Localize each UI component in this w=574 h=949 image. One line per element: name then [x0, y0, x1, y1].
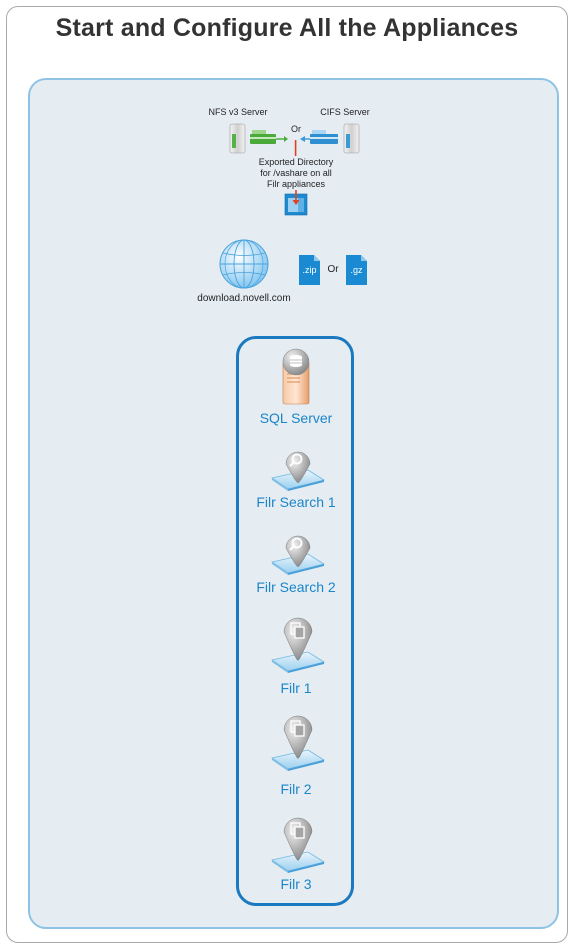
cifs-server-label: CIFS Server — [320, 107, 370, 117]
or-label-download: Or — [327, 264, 339, 275]
globe-icon — [219, 239, 269, 289]
gz-file-icon: .gz — [346, 255, 367, 285]
exported-directory-label: Exported Directory for /vashare on all F… — [240, 157, 352, 190]
gz-label: .gz — [350, 265, 363, 275]
share-folder-icon — [284, 190, 308, 216]
cifs-server-icon — [300, 123, 360, 154]
exported-directory-line-2: for /vashare on all — [260, 168, 332, 178]
download-site-label: download.novell.com — [197, 293, 291, 304]
zip-label: .zip — [302, 265, 317, 275]
red-divider — [294, 140, 297, 156]
exported-directory-line-1: Exported Directory — [258, 157, 334, 167]
appliance-label-filr-search-1: Filr Search 1 — [256, 494, 336, 510]
search-appliance-icon — [271, 451, 326, 491]
appliance-label-filr-search-2: Filr Search 2 — [256, 579, 336, 595]
nfs-server-icon — [229, 123, 288, 154]
appliance-label-filr-1: Filr 1 — [280, 680, 312, 696]
exported-directory-line-3: Filr appliances — [266, 179, 326, 189]
zip-file-icon: .zip — [299, 255, 320, 285]
filr-appliance-icon — [271, 617, 326, 673]
appliance-label-filr-2: Filr 2 — [280, 781, 312, 797]
appliance-label-sql-server: SQL Server — [259, 410, 333, 426]
appliance-label-filr-3: Filr 3 — [280, 876, 312, 892]
filr-appliance-icon — [271, 817, 326, 873]
page-title: Start and Configure All the Appliances — [55, 14, 519, 42]
sql-server-icon — [282, 348, 310, 405]
nfs-server-label: NFS v3 Server — [208, 107, 268, 117]
search-appliance-icon — [271, 535, 326, 575]
filr-appliance-icon — [271, 715, 326, 771]
